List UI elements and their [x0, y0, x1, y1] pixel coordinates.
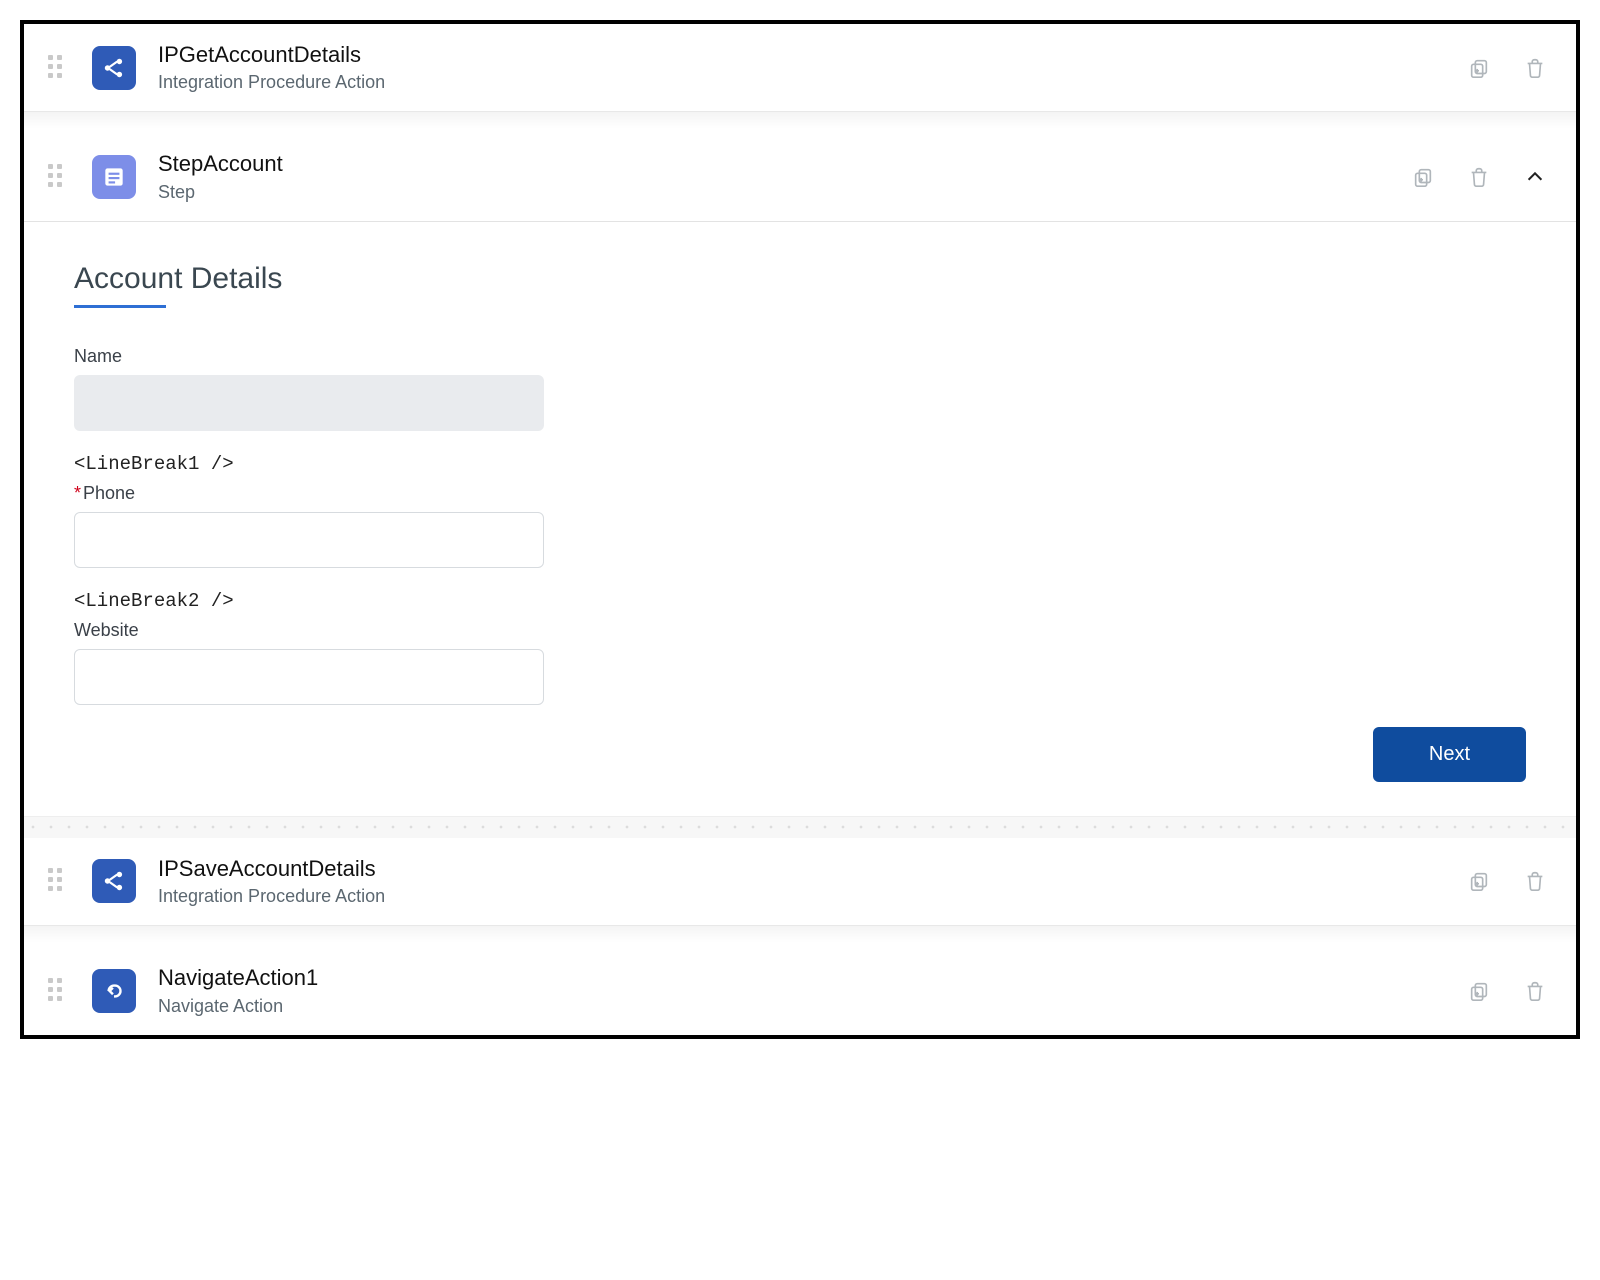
- drag-handle-icon[interactable]: [48, 164, 74, 190]
- omniscript-designer-canvas: IPGetAccountDetails Integration Procedur…: [20, 20, 1580, 1039]
- step-title: IPSaveAccountDetails: [158, 856, 1466, 882]
- step-row-stepaccount[interactable]: StepAccount Step: [24, 133, 1576, 220]
- name-label: Name: [74, 346, 544, 367]
- step-title: StepAccount: [158, 151, 1410, 177]
- step-divider: [24, 816, 1576, 838]
- integration-procedure-icon: [92, 859, 136, 903]
- clone-button[interactable]: [1466, 55, 1492, 81]
- step-title: IPGetAccountDetails: [158, 42, 1466, 68]
- website-label: Website: [74, 620, 544, 641]
- delete-button[interactable]: [1522, 55, 1548, 81]
- integration-procedure-icon: [92, 46, 136, 90]
- delete-button[interactable]: [1466, 164, 1492, 190]
- step-expanded-panel: Account Details Name <LineBreak1 /> *Pho…: [24, 221, 1576, 816]
- collapse-chevron-up-icon[interactable]: [1522, 164, 1548, 190]
- phone-label: *Phone: [74, 483, 544, 504]
- step-divider: [24, 111, 1576, 133]
- step-row-navigateaction1[interactable]: NavigateAction1 Navigate Action: [24, 947, 1576, 1034]
- drag-handle-icon[interactable]: [48, 55, 74, 81]
- delete-button[interactable]: [1522, 868, 1548, 894]
- name-input: [74, 375, 544, 431]
- phone-input[interactable]: [74, 512, 544, 568]
- linebreak2-placeholder: <LineBreak2 />: [74, 582, 544, 620]
- step-title: NavigateAction1: [158, 965, 1466, 991]
- delete-button[interactable]: [1522, 978, 1548, 1004]
- step-subtitle: Navigate Action: [158, 996, 1466, 1017]
- clone-button[interactable]: [1466, 978, 1492, 1004]
- linebreak1-placeholder: <LineBreak1 />: [74, 445, 544, 483]
- step-divider: [24, 925, 1576, 947]
- clone-button[interactable]: [1410, 164, 1436, 190]
- step-row-ipsaveaccountdetails[interactable]: IPSaveAccountDetails Integration Procedu…: [24, 838, 1576, 925]
- step-subtitle: Step: [158, 182, 1410, 203]
- drag-handle-icon[interactable]: [48, 978, 74, 1004]
- clone-button[interactable]: [1466, 868, 1492, 894]
- drag-handle-icon[interactable]: [48, 868, 74, 894]
- step-row-ipgetaccountdetails[interactable]: IPGetAccountDetails Integration Procedur…: [24, 24, 1576, 111]
- step-icon: [92, 155, 136, 199]
- website-input[interactable]: [74, 649, 544, 705]
- step-subtitle: Integration Procedure Action: [158, 72, 1466, 93]
- navigate-action-icon: [92, 969, 136, 1013]
- next-button[interactable]: Next: [1373, 727, 1526, 782]
- step-subtitle: Integration Procedure Action: [158, 886, 1466, 907]
- panel-heading: Account Details: [74, 262, 1526, 306]
